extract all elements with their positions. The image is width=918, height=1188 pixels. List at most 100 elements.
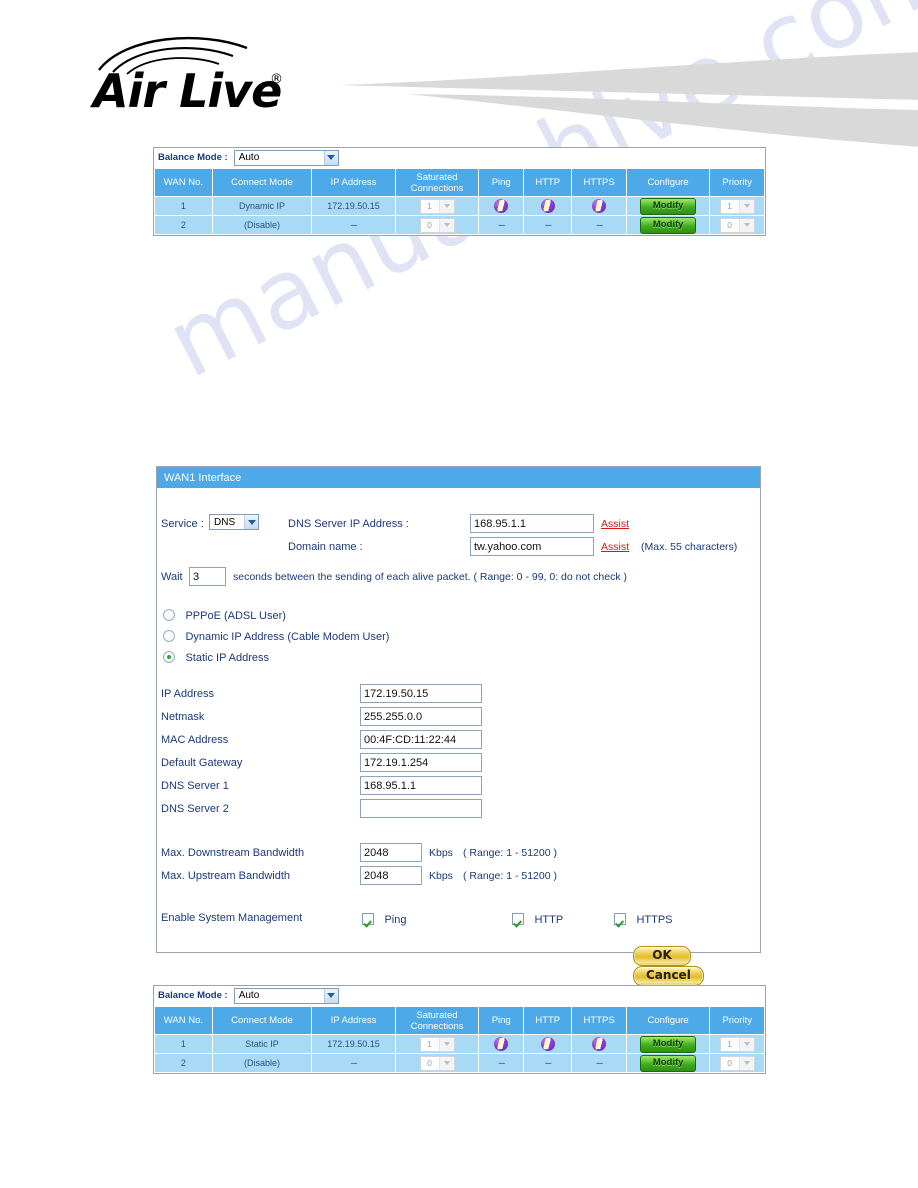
th-connect-mode: Connect Mode	[211, 1006, 313, 1035]
chevron-down-icon	[438, 199, 454, 213]
cell-http	[523, 1034, 573, 1054]
chevron-down-icon	[323, 150, 338, 165]
cell-ping: ---	[478, 215, 525, 235]
checkbox-option-https[interactable]: HTTPS	[614, 910, 673, 928]
wait-prefix-label: Wait	[161, 571, 183, 583]
cell-connect-mode: (Disable)	[211, 215, 313, 235]
cancel-button[interactable]: Cancel	[633, 966, 704, 986]
th-saturated-line1: Saturated	[416, 171, 458, 183]
field-input-ip-address[interactable]	[360, 684, 482, 703]
modify-button[interactable]: Modify	[640, 1035, 697, 1053]
saturated-value: 0	[427, 1058, 432, 1068]
balance-mode-bar-top: Balance Mode : Auto	[154, 148, 765, 168]
cell-connect-mode: Static IP	[211, 1034, 313, 1054]
radio-label-static-ip: Static IP Address	[185, 652, 270, 664]
cell-priority: 0	[709, 215, 765, 235]
wait-seconds-input[interactable]	[189, 567, 226, 586]
cell-ping	[478, 196, 525, 216]
bandwidth-range-downstream: ( Range: 1 - 51200 )	[463, 847, 557, 859]
th-wan-no: WAN No.	[154, 1006, 213, 1035]
cell-saturated: 0	[394, 1053, 480, 1073]
panel-title: WAN1 Interface	[157, 467, 760, 488]
radio-icon[interactable]	[163, 629, 175, 642]
radio-option-dynamic-ip[interactable]: Dynamic IP Address (Cable Modem User)	[163, 627, 389, 645]
saturated-select[interactable]: 1	[419, 1036, 455, 1052]
checkbox-icon-checked[interactable]	[614, 912, 626, 925]
ok-button[interactable]: OK	[633, 946, 691, 966]
panel-body: Service : DNS DNS Server IP Address : As…	[157, 488, 760, 986]
cell-wan-no: 2	[154, 215, 213, 235]
cell-saturated: 1	[394, 196, 480, 216]
service-label: Service :	[161, 518, 204, 530]
wait-suffix-label: seconds between the sending of each aliv…	[233, 571, 627, 583]
radio-option-pppoe[interactable]: PPPoE (ADSL User)	[163, 606, 286, 624]
field-input-netmask[interactable]	[360, 707, 482, 726]
balance-mode-value-bottom: Auto	[238, 990, 260, 1001]
max-chars-note: (Max. 55 characters)	[641, 541, 738, 553]
cell-ping: ---	[478, 1053, 525, 1073]
th-https: HTTPS	[571, 1006, 627, 1035]
saturated-value: 1	[427, 201, 432, 211]
header-swoosh-decoration	[340, 52, 918, 147]
bandwidth-input-upstream[interactable]	[360, 866, 422, 885]
balance-mode-select-top[interactable]: Auto	[233, 149, 339, 166]
checkbox-option-http[interactable]: HTTP	[512, 910, 563, 928]
cell-priority: 1	[709, 1034, 765, 1054]
chevron-down-icon	[244, 515, 258, 529]
bandwidth-unit-upstream: Kbps	[429, 870, 453, 882]
cell-ip-address: ---	[311, 215, 396, 235]
saturated-select[interactable]: 0	[419, 217, 455, 233]
table-row: 1 Static IP 172.19.50.15 1 Modify 1	[154, 1034, 765, 1054]
th-saturated-connections: Saturated Connections	[394, 168, 480, 197]
cell-configure: Modify	[625, 196, 711, 216]
checkbox-option-ping[interactable]: Ping	[362, 910, 406, 928]
th-configure: Configure	[625, 168, 711, 197]
field-label-default-gateway: Default Gateway	[161, 757, 243, 769]
field-label-dns-server-2: DNS Server 2	[161, 803, 229, 815]
domain-name-label: Domain name :	[288, 541, 363, 553]
check-circle-icon	[540, 199, 555, 213]
saturated-value: 0	[427, 220, 432, 230]
bandwidth-input-downstream[interactable]	[360, 843, 422, 862]
balance-mode-value-top: Auto	[238, 152, 260, 163]
priority-select[interactable]: 0	[719, 1055, 755, 1071]
modify-button[interactable]: Modify	[640, 216, 697, 234]
cell-configure: Modify	[625, 1053, 711, 1073]
th-http: HTTP	[523, 1006, 573, 1035]
priority-value: 0	[727, 1058, 733, 1068]
priority-select[interactable]: 1	[719, 198, 755, 214]
assist-link-dns[interactable]: Assist	[601, 518, 629, 530]
saturated-select[interactable]: 1	[419, 198, 455, 214]
bandwidth-label-upstream: Max. Upstream Bandwidth	[161, 870, 290, 882]
table-row: 1 Dynamic IP 172.19.50.15 1 Modify 1	[154, 196, 765, 216]
dns-server-ip-input[interactable]	[470, 514, 594, 533]
radio-option-static-ip[interactable]: Static IP Address	[163, 648, 269, 666]
field-input-dns-server-1[interactable]	[360, 776, 482, 795]
assist-link-domain[interactable]: Assist	[601, 541, 629, 553]
modify-button[interactable]: Modify	[640, 197, 697, 215]
priority-select[interactable]: 0	[719, 217, 755, 233]
field-input-default-gateway[interactable]	[360, 753, 482, 772]
priority-select[interactable]: 1	[719, 1036, 755, 1052]
service-select[interactable]: DNS	[209, 514, 259, 530]
wan-table-bottom: WAN No. Connect Mode IP Address Saturate…	[154, 1006, 765, 1073]
checkbox-icon-checked[interactable]	[512, 912, 524, 925]
cell-wan-no: 1	[154, 1034, 213, 1054]
domain-name-input[interactable]	[470, 537, 594, 556]
radio-icon-selected[interactable]	[163, 650, 175, 663]
saturated-select[interactable]: 0	[419, 1055, 455, 1071]
balance-mode-select-bottom[interactable]: Auto	[233, 987, 339, 1004]
radio-icon[interactable]	[163, 608, 175, 621]
field-input-mac-address[interactable]	[360, 730, 482, 749]
checkbox-icon-checked[interactable]	[362, 912, 374, 925]
cell-connect-mode: Dynamic IP	[211, 196, 313, 216]
priority-value: 1	[727, 201, 733, 211]
cell-https	[571, 1034, 627, 1054]
field-input-dns-server-2[interactable]	[360, 799, 482, 818]
checkbox-label-https: HTTPS	[636, 914, 673, 926]
wan-status-table-bottom: Balance Mode : Auto WAN No. Connect Mode…	[153, 985, 766, 1074]
chevron-down-icon	[323, 988, 338, 1003]
field-label-mac-address: MAC Address	[161, 734, 229, 746]
modify-button[interactable]: Modify	[640, 1054, 697, 1072]
check-circle-icon	[592, 1037, 607, 1051]
